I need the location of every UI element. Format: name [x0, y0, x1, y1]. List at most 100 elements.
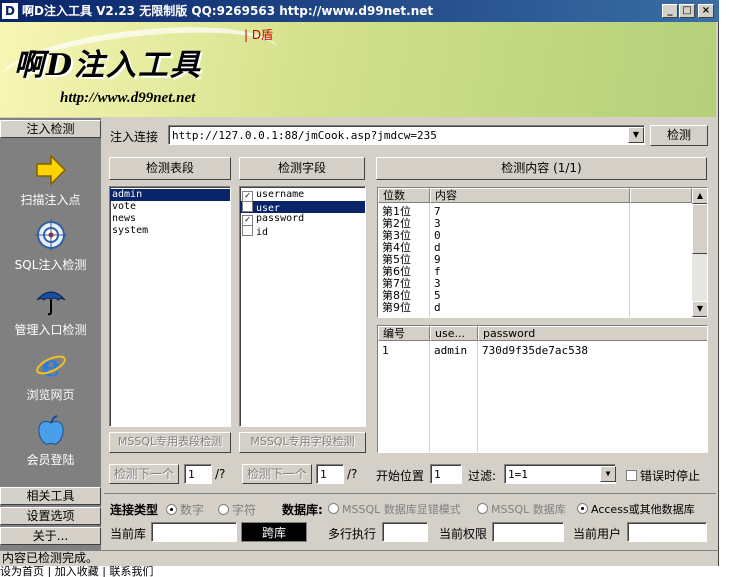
- sidebar-item-sql[interactable]: SQL注入检测: [0, 218, 101, 273]
- sidebar-item-member[interactable]: 会员登陆: [0, 413, 101, 468]
- field-item-id[interactable]: id: [240, 225, 365, 238]
- start-position-input[interactable]: 1: [430, 464, 462, 484]
- result-cell-password: 730d9f35de7ac538: [482, 344, 588, 357]
- field-item-username[interactable]: ✓ username: [240, 189, 365, 202]
- background-page-links: 设为首页 | 加入收藏 | 联系我们: [0, 566, 154, 577]
- svg-text:e: e: [41, 349, 60, 382]
- sidebar-item-browse[interactable]: e 浏览网页: [0, 348, 101, 403]
- grid-line: [477, 341, 478, 452]
- fields-list[interactable]: ✓ username user ✓ password id: [239, 186, 366, 427]
- current-db-input[interactable]: [151, 522, 237, 542]
- chevron-down-icon[interactable]: ▼: [600, 466, 616, 482]
- list-item[interactable]: news: [110, 213, 230, 225]
- umbrella-icon: [36, 291, 65, 316]
- field-item-password[interactable]: ✓ password: [240, 213, 365, 226]
- tables-page-total: /?: [215, 467, 226, 481]
- main-window: D 啊D注入工具 V2.23 无限制版 QQ:9269563 http://ww…: [0, 0, 719, 577]
- cross-db-button[interactable]: 跨库: [241, 522, 307, 542]
- db-access-radio[interactable]: Access或其他数据库: [577, 501, 695, 517]
- result-cell-user: admin: [434, 344, 468, 357]
- content-grid[interactable]: 位数 内容 第1位 7 第2位 3 第3位 0 第4位 d 第5位 9 第6位 f 第7位 3 第8位 5 第9…: [377, 187, 708, 318]
- scroll-down-icon[interactable]: ▼: [692, 301, 707, 317]
- db-mssql-radio[interactable]: MSSQL 数据库: [477, 501, 566, 517]
- sidebar-header-tools[interactable]: 相关工具: [0, 487, 101, 505]
- radio-icon[interactable]: [166, 504, 177, 515]
- current-perm-input[interactable]: [492, 522, 564, 542]
- field-item-user[interactable]: user: [240, 201, 365, 214]
- col-header-blank[interactable]: [630, 188, 692, 203]
- conn-type-label: 连接类型: [110, 503, 159, 517]
- col-header-user[interactable]: use...: [430, 326, 478, 341]
- sidebar: 注入检测 扫描注入点 SQL注入检测 管理入口检测 e 浏览网页 会员登陆 相关…: [0, 118, 101, 550]
- conn-numeric-radio[interactable]: 数字: [166, 501, 204, 518]
- scroll-up-icon[interactable]: ▲: [692, 188, 707, 204]
- content-cell-value: d: [434, 301, 441, 314]
- current-perm-label: 当前权限: [439, 527, 488, 541]
- conn-string-radio[interactable]: 字符: [218, 501, 256, 518]
- checkbox-icon[interactable]: [242, 201, 253, 212]
- sidebar-item-scan[interactable]: 扫描注入点: [0, 153, 101, 208]
- tables-page-input[interactable]: 1: [184, 464, 212, 484]
- radio-icon[interactable]: [328, 503, 339, 514]
- checkbox-icon[interactable]: [626, 470, 637, 481]
- sidebar-item-admin[interactable]: 管理入口检测: [0, 283, 101, 338]
- sidebar-header-about[interactable]: 关于...: [0, 527, 101, 545]
- target-icon: [34, 219, 67, 251]
- dropdown-arrow-icon[interactable]: ▼: [628, 127, 644, 143]
- db-mssql-err-radio[interactable]: MSSQL 数据库显错模式: [328, 501, 461, 517]
- arrow-icon: [35, 154, 66, 186]
- sidebar-item-label: 会员登陆: [26, 453, 75, 467]
- col-header-position[interactable]: 位数: [378, 188, 430, 203]
- col-header-password[interactable]: password: [478, 326, 707, 341]
- col-header-id[interactable]: 编号: [378, 326, 430, 341]
- sidebar-item-label: 扫描注入点: [20, 193, 81, 207]
- sidebar-item-label: SQL注入检测: [14, 258, 87, 272]
- fields-next-button[interactable]: 检测下一个: [242, 464, 312, 484]
- multi-exec-input[interactable]: [382, 522, 428, 542]
- list-item[interactable]: vote: [110, 201, 230, 213]
- result-grid[interactable]: 编号 use... password 1 admin 730d9f35de7ac…: [377, 325, 708, 453]
- col-header-content[interactable]: 内容: [430, 188, 630, 203]
- mssql-tables-button[interactable]: MSSQL专用表段检测: [109, 432, 231, 453]
- start-position-label: 开始位置: [376, 469, 425, 483]
- tables-list[interactable]: admin vote news system: [109, 186, 231, 427]
- inject-url-combo[interactable]: http://127.0.0.1:88/jmCook.asp?jmdcw=235…: [168, 125, 645, 145]
- apple-icon: [37, 415, 64, 445]
- radio-icon[interactable]: [218, 504, 229, 515]
- filter-label: 过滤:: [468, 469, 497, 483]
- fields-page-total: /?: [347, 467, 358, 481]
- fields-header[interactable]: 检测字段: [239, 157, 365, 180]
- current-user-label: 当前用户: [573, 527, 622, 541]
- content-scrollbar[interactable]: ▲ ▼: [692, 188, 707, 317]
- title-bar[interactable]: D 啊D注入工具 V2.23 无限制版 QQ:9269563 http://ww…: [0, 0, 719, 22]
- stop-on-error-checkbox[interactable]: 错误时停止: [626, 467, 700, 484]
- app-icon: D: [2, 3, 18, 19]
- status-text: 内容已检测完成。: [2, 551, 99, 565]
- sidebar-header-inject[interactable]: 注入检测: [0, 120, 101, 138]
- filter-combo[interactable]: 1=1 ▼: [504, 464, 616, 484]
- radio-icon[interactable]: [577, 503, 588, 514]
- result-cell-id: 1: [382, 344, 389, 357]
- sidebar-header-settings[interactable]: 设置选项: [0, 507, 101, 525]
- close-button[interactable]: ×: [698, 4, 714, 18]
- minimize-button[interactable]: _: [662, 4, 678, 18]
- mssql-fields-button[interactable]: MSSQL专用字段检测: [239, 432, 366, 453]
- tables-next-button[interactable]: 检测下一个: [109, 464, 179, 484]
- inject-url-label: 注入连接: [110, 130, 159, 144]
- current-user-input[interactable]: [627, 522, 707, 542]
- content-header[interactable]: 检测内容 (1/1): [376, 157, 707, 180]
- ie-icon: e: [35, 349, 66, 382]
- window-title: 啊D注入工具 V2.23 无限制版 QQ:9269563 http://www.…: [22, 4, 434, 18]
- radio-icon[interactable]: [477, 503, 488, 514]
- checkbox-icon[interactable]: [242, 225, 253, 236]
- maximize-button[interactable]: □: [679, 4, 695, 18]
- detect-button[interactable]: 检测: [650, 125, 708, 146]
- fields-page-input[interactable]: 1: [316, 464, 344, 484]
- sidebar-item-label: 管理入口检测: [14, 323, 87, 337]
- scroll-thumb[interactable]: [692, 204, 707, 254]
- list-item[interactable]: system: [110, 225, 230, 237]
- sidebar-item-label: 浏览网页: [26, 388, 75, 402]
- list-item[interactable]: admin: [110, 189, 230, 201]
- banner-url: http://www.d99net.net: [60, 90, 196, 106]
- tables-header[interactable]: 检测表段: [109, 157, 231, 180]
